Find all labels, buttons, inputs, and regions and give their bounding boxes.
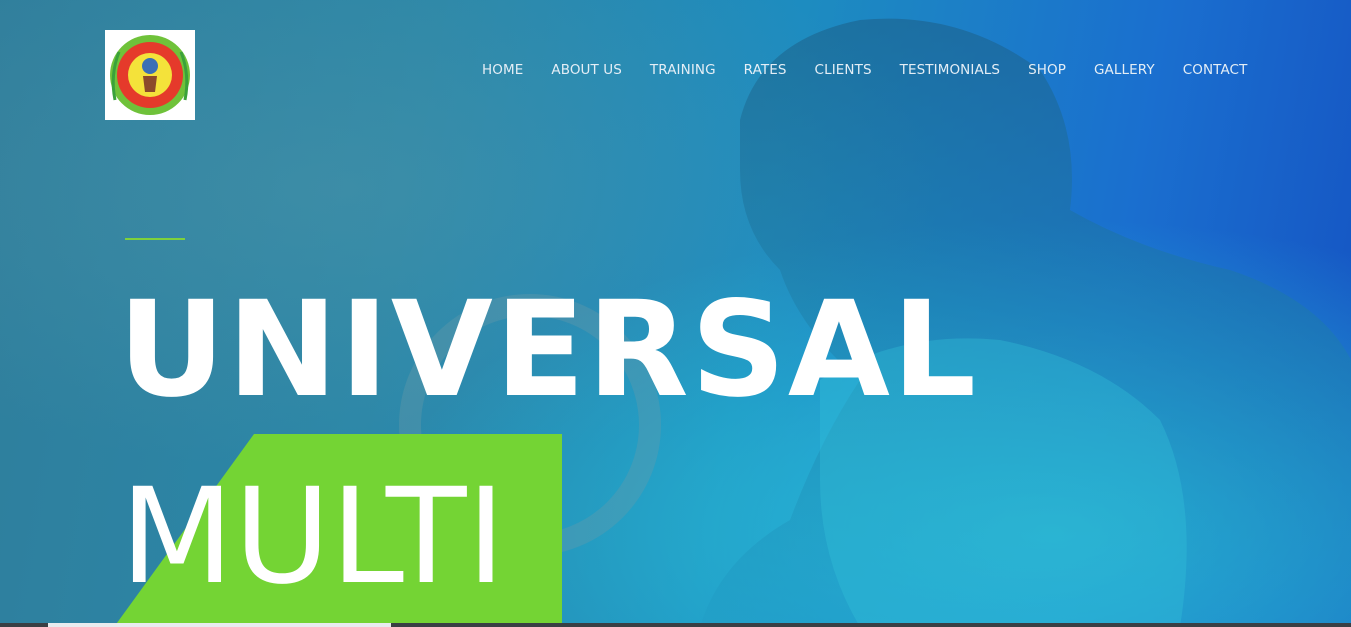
nav-about-us-link[interactable]: ABOUT US — [551, 62, 622, 78]
nav-gallery-link[interactable]: GALLERY — [1094, 62, 1155, 78]
gym-emblem-icon — [110, 35, 190, 115]
gym-logo[interactable] — [105, 30, 195, 120]
nav-clients-link[interactable]: CLIENTS — [815, 62, 872, 78]
slider-progress-indicator[interactable] — [48, 623, 391, 627]
hero-headline-line1: UNIVERSAL — [118, 273, 979, 427]
nav-home-link[interactable]: HOME — [482, 62, 523, 78]
nav-testimonials-link[interactable]: TESTIMONIALS — [900, 62, 1000, 78]
nav-shop-link[interactable]: SHOP — [1028, 62, 1066, 78]
main-navigation: HOME ABOUT US TRAINING RATES CLIENTS TES… — [482, 62, 1247, 78]
headline-accent-line — [125, 238, 185, 240]
hero-headline-line2: MULTI — [120, 460, 506, 614]
nav-training-link[interactable]: TRAINING — [650, 62, 716, 78]
nav-contact-link[interactable]: CONTACT — [1183, 62, 1248, 78]
nav-rates-link[interactable]: RATES — [744, 62, 787, 78]
hero-section: HOME ABOUT US TRAINING RATES CLIENTS TES… — [0, 0, 1351, 627]
